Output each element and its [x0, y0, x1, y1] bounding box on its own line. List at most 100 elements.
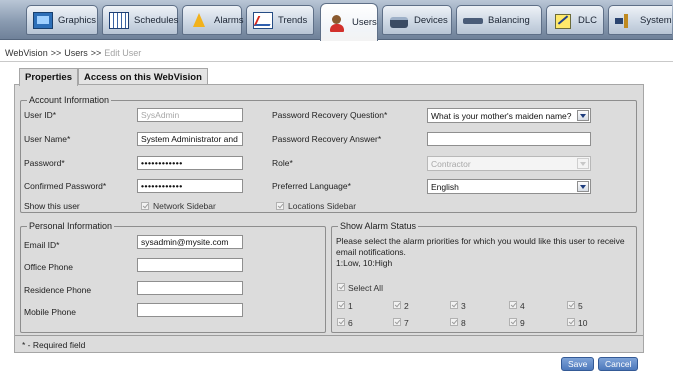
- breadcrumb-separator: >>: [90, 48, 102, 58]
- preferred-language-label: Preferred Language*: [272, 181, 351, 191]
- priority-2-checkbox[interactable]: [393, 301, 401, 309]
- select-all-checkbox[interactable]: [337, 283, 345, 291]
- dlc-icon: [553, 12, 573, 29]
- residence-phone-field[interactable]: [137, 281, 243, 295]
- trends-icon: [253, 11, 273, 29]
- priority-8-label: 8: [461, 318, 466, 328]
- save-button[interactable]: Save: [561, 357, 595, 371]
- priority-4-checkbox[interactable]: [509, 301, 517, 309]
- priority-2-label: 2: [404, 301, 409, 311]
- role-value: Contractor: [431, 159, 471, 169]
- office-phone-field[interactable]: [137, 258, 243, 272]
- priority-3-label: 3: [461, 301, 466, 311]
- chevron-down-icon[interactable]: [577, 181, 589, 192]
- priority-8-checkbox[interactable]: [450, 318, 458, 326]
- tab-graphics-label: Graphics: [58, 14, 97, 26]
- recovery-question-value: What is your mother's maiden name?: [431, 111, 572, 121]
- mobile-phone-label: Mobile Phone: [24, 307, 76, 317]
- tab-users-label: Users: [352, 17, 377, 28]
- tab-balancing[interactable]: Balancing: [456, 5, 542, 35]
- required-field-note: * - Required field: [22, 340, 86, 350]
- recovery-answer-field[interactable]: [427, 132, 591, 146]
- confirm-password-label: Confirmed Password*: [24, 181, 107, 191]
- network-sidebar-checkbox[interactable]: [141, 202, 149, 210]
- tab-properties[interactable]: Properties: [19, 68, 78, 86]
- priority-5-checkbox[interactable]: [567, 301, 575, 309]
- password-label: Password*: [24, 158, 65, 168]
- priority-4-label: 4: [520, 301, 525, 311]
- password-field[interactable]: ••••••••••••: [137, 156, 243, 170]
- residence-phone-label: Residence Phone: [24, 285, 92, 295]
- tab-users[interactable]: Users: [320, 3, 378, 41]
- priority-9-label: 9: [520, 318, 525, 328]
- priority-5-label: 5: [578, 301, 583, 311]
- priority-7-checkbox[interactable]: [393, 318, 401, 326]
- tab-balancing-label: Balancing: [488, 14, 530, 26]
- chevron-down-icon[interactable]: [577, 110, 589, 121]
- tab-alarms-label: Alarms: [214, 14, 244, 26]
- users-icon: [327, 14, 347, 32]
- priority-9-checkbox[interactable]: [509, 318, 517, 326]
- alarm-description: Please select the alarm priorities for w…: [336, 236, 626, 269]
- tab-alarms[interactable]: Alarms: [182, 5, 244, 35]
- tab-schedules[interactable]: Schedules: [102, 5, 178, 35]
- office-phone-label: Office Phone: [24, 262, 73, 272]
- priority-6-label: 6: [348, 318, 353, 328]
- locations-sidebar-checkbox[interactable]: [276, 202, 284, 210]
- alarm-status-legend: Show Alarm Status: [340, 221, 417, 231]
- email-field[interactable]: sysadmin@mysite.com: [137, 235, 243, 249]
- network-sidebar-label: Network Sidebar: [153, 201, 216, 211]
- footer-divider: [15, 335, 643, 336]
- tab-trends-label: Trends: [278, 14, 308, 26]
- cancel-button[interactable]: Cancel: [598, 357, 639, 371]
- preferred-language-select[interactable]: English: [427, 179, 591, 194]
- priority-6-checkbox[interactable]: [337, 318, 345, 326]
- priority-1-label: 1: [348, 301, 353, 311]
- tab-system[interactable]: System: [608, 5, 672, 35]
- chevron-down-icon: [577, 158, 589, 169]
- user-id-field[interactable]: SysAdmin: [137, 108, 243, 122]
- breadcrumb-current: Edit User: [104, 48, 142, 58]
- graphics-icon: [33, 11, 53, 29]
- tab-devices[interactable]: Devices: [382, 5, 452, 35]
- priority-10-label: 10: [578, 318, 588, 328]
- schedules-icon: [109, 11, 129, 29]
- breadcrumb: WebVision >> Users >> Edit User: [5, 48, 141, 58]
- user-id-label: User ID*: [24, 110, 57, 120]
- priority-10-checkbox[interactable]: [567, 318, 575, 326]
- priority-3-checkbox[interactable]: [450, 301, 458, 309]
- priority-1-checkbox[interactable]: [337, 301, 345, 309]
- tab-dlc[interactable]: DLC: [546, 5, 604, 35]
- balancing-icon: [463, 12, 483, 29]
- alarms-icon: [189, 12, 209, 29]
- tab-devices-label: Devices: [414, 14, 448, 26]
- tab-access[interactable]: Access on this WebVision: [78, 68, 208, 85]
- breadcrumb-separator: >>: [50, 48, 62, 58]
- alarm-range-note: 1:Low, 10:High: [336, 258, 393, 268]
- role-label: Role*: [272, 158, 293, 168]
- breadcrumb-divider: [0, 61, 673, 62]
- main-navigation: Graphics Schedules Alarms Trends Users D…: [0, 0, 673, 41]
- personal-information-legend: Personal Information: [29, 221, 113, 231]
- recovery-question-select[interactable]: What is your mother's maiden name?: [427, 108, 591, 123]
- confirm-password-field[interactable]: ••••••••••••: [137, 179, 243, 193]
- select-all-label: Select All: [348, 283, 383, 293]
- tab-dlc-label: DLC: [578, 14, 598, 26]
- preferred-language-value: English: [431, 182, 459, 192]
- account-information-legend: Account Information: [29, 95, 110, 105]
- devices-icon: [389, 12, 409, 29]
- tab-trends[interactable]: Trends: [246, 5, 314, 35]
- alarm-description-text: Please select the alarm priorities for w…: [336, 236, 625, 257]
- tab-graphics[interactable]: Graphics: [26, 5, 98, 35]
- tab-system-label: System: [640, 14, 672, 26]
- breadcrumb-users[interactable]: Users: [64, 48, 88, 58]
- recovery-answer-label: Password Recovery Answer*: [272, 134, 382, 144]
- mobile-phone-field[interactable]: [137, 303, 243, 317]
- breadcrumb-root[interactable]: WebVision: [5, 48, 48, 58]
- role-select[interactable]: Contractor: [427, 156, 591, 171]
- system-icon: [615, 12, 635, 29]
- priority-7-label: 7: [404, 318, 409, 328]
- recovery-question-label: Password Recovery Question*: [272, 110, 388, 120]
- user-name-field[interactable]: System Administrator and: [137, 132, 243, 146]
- locations-sidebar-label: Locations Sidebar: [288, 201, 357, 211]
